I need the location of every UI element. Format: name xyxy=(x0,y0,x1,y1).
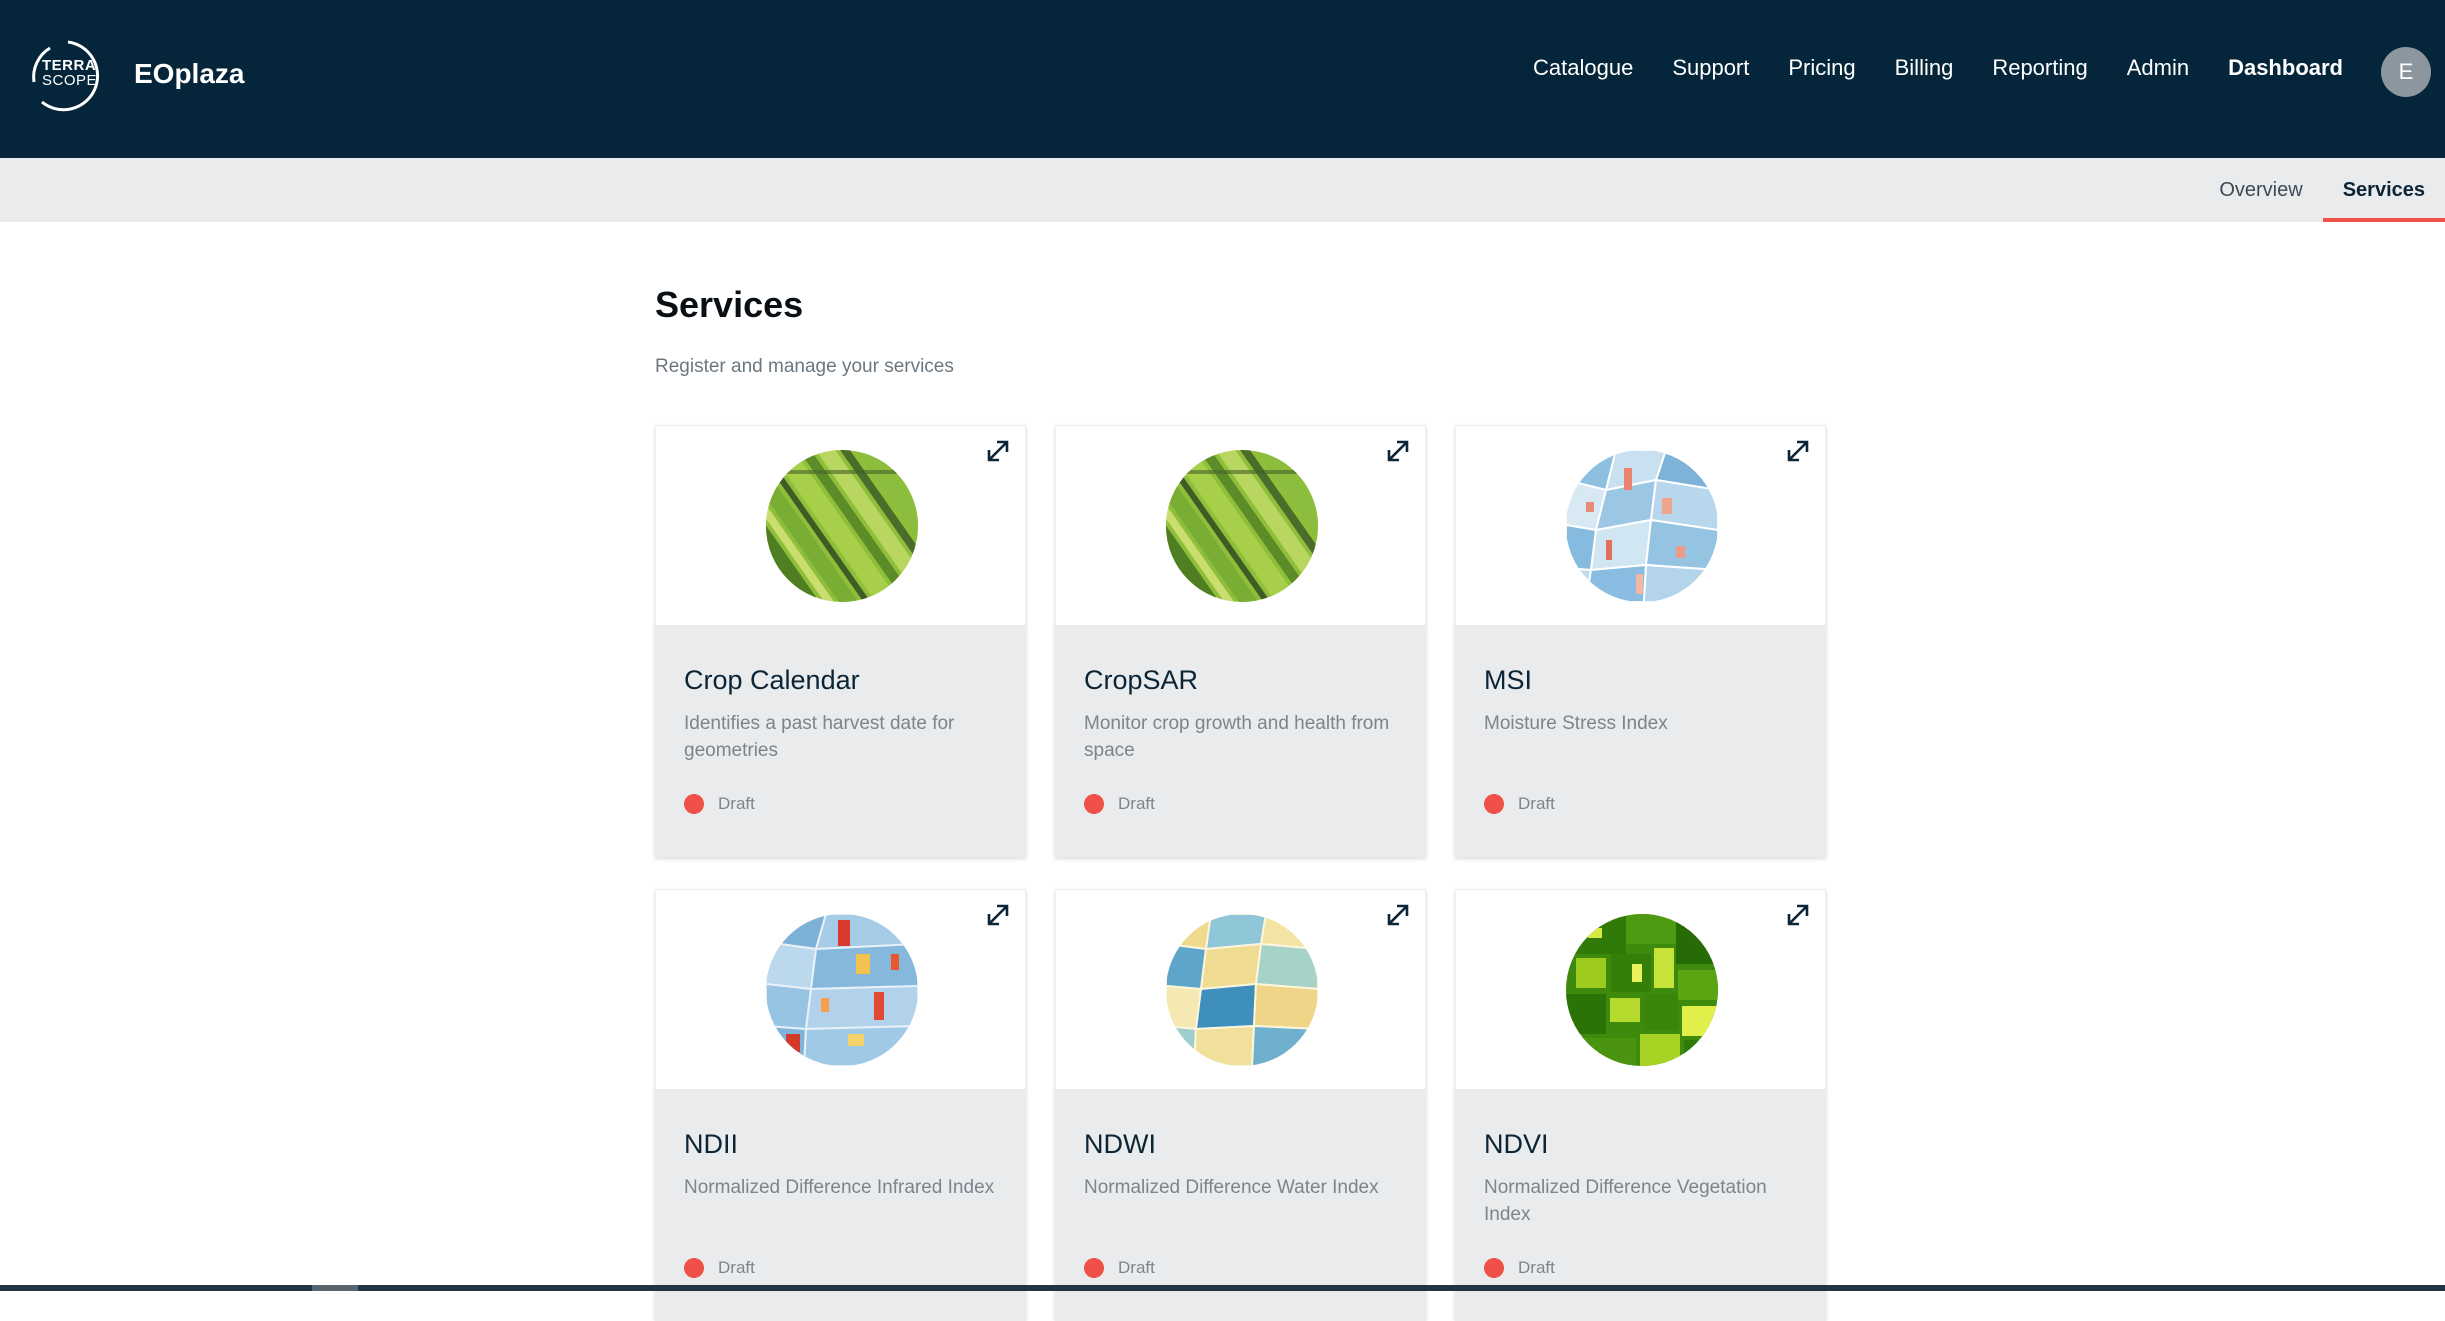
scrollbar-thumb[interactable] xyxy=(312,1285,358,1291)
expand-icon[interactable] xyxy=(1385,902,1411,928)
status-dot-icon xyxy=(1484,794,1504,814)
blue-red-parcel-map-image xyxy=(766,914,918,1066)
expand-icon[interactable] xyxy=(985,902,1011,928)
status-badge: Draft xyxy=(1484,794,1555,814)
brand[interactable]: TERRA SCOPE EOplaza xyxy=(28,36,244,112)
status-label: Draft xyxy=(718,1258,755,1277)
card-image-area xyxy=(655,425,1026,625)
card-description: Monitor crop growth and health from spac… xyxy=(1084,713,1390,761)
page-subtitle: Register and manage your services xyxy=(655,356,954,377)
service-card-ndvi[interactable]: NDVI Normalized Difference Vegetation In… xyxy=(1455,889,1826,1321)
nav-admin[interactable]: Admin xyxy=(2127,55,2189,81)
card-description: Identifies a past harvest date for geome… xyxy=(684,713,955,761)
card-title: CropSAR xyxy=(1084,665,1199,695)
status-dot-icon xyxy=(684,794,704,814)
main-content: Services Register and manage your servic… xyxy=(655,222,1835,1321)
service-card-ndii[interactable]: NDII Normalized Difference Infrared Inde… xyxy=(655,889,1026,1321)
status-badge: Draft xyxy=(1484,1258,1555,1278)
nav-billing[interactable]: Billing xyxy=(1895,55,1954,81)
logo-text-line2: SCOPE xyxy=(42,72,98,89)
app-name[interactable]: EOplaza xyxy=(134,58,244,90)
green-fields-aerial-image xyxy=(1166,450,1318,602)
card-title: MSI xyxy=(1484,665,1533,695)
expand-icon[interactable] xyxy=(985,438,1011,464)
status-label: Draft xyxy=(1518,1258,1555,1277)
service-card-cropsar[interactable]: CropSAR Monitor crop growth and health f… xyxy=(1055,425,1426,857)
card-description: Normalized Difference Water Index xyxy=(1084,1177,1379,1198)
card-description: Moisture Stress Index xyxy=(1484,713,1668,734)
service-card-crop-calendar[interactable]: Crop Calendar Identifies a past harvest … xyxy=(655,425,1026,857)
card-title: NDWI xyxy=(1084,1129,1156,1159)
logo-text-line1: TERRA xyxy=(42,57,97,74)
card-image-area xyxy=(655,889,1026,1089)
green-fields-aerial-image xyxy=(766,450,918,602)
card-description: Normalized Difference Vegetation Index xyxy=(1484,1177,1767,1225)
status-dot-icon xyxy=(684,1258,704,1278)
user-avatar[interactable]: E xyxy=(2381,47,2431,97)
status-badge: Draft xyxy=(1084,794,1155,814)
expand-icon[interactable] xyxy=(1385,438,1411,464)
status-label: Draft xyxy=(1118,1258,1155,1277)
nav-pricing[interactable]: Pricing xyxy=(1788,55,1855,81)
green-parcel-map-image xyxy=(1566,914,1718,1066)
status-label: Draft xyxy=(1118,794,1155,813)
status-badge: Draft xyxy=(684,794,755,814)
card-title: NDVI xyxy=(1484,1129,1549,1159)
card-image-area xyxy=(1455,425,1826,625)
nav-reporting[interactable]: Reporting xyxy=(1992,55,2087,81)
card-title: Crop Calendar xyxy=(684,665,860,695)
nav-support[interactable]: Support xyxy=(1672,55,1749,81)
terrascope-logo[interactable]: TERRA SCOPE xyxy=(28,36,118,112)
main-nav: Catalogue Support Pricing Billing Report… xyxy=(1494,55,2343,81)
sub-navbar: Overview Services xyxy=(0,158,2445,222)
status-label: Draft xyxy=(718,794,755,813)
nav-dashboard[interactable]: Dashboard xyxy=(2228,55,2343,81)
expand-icon[interactable] xyxy=(1785,902,1811,928)
tab-overview[interactable]: Overview xyxy=(2199,158,2322,222)
expand-icon[interactable] xyxy=(1785,438,1811,464)
card-title: NDII xyxy=(684,1129,738,1159)
horizontal-scrollbar[interactable] xyxy=(0,1285,2445,1291)
status-badge: Draft xyxy=(684,1258,755,1278)
top-navbar: TERRA SCOPE EOplaza Catalogue Support Pr… xyxy=(0,0,2445,158)
status-badge: Draft xyxy=(1084,1258,1155,1278)
yellow-blue-parcel-map-image xyxy=(1166,914,1318,1066)
blue-red-parcel-map-image xyxy=(1566,450,1718,602)
sub-nav: Overview Services xyxy=(2199,158,2445,222)
card-image-area xyxy=(1055,425,1426,625)
card-image-area xyxy=(1455,889,1826,1089)
nav-catalogue[interactable]: Catalogue xyxy=(1533,55,1633,81)
service-card-msi[interactable]: MSI Moisture Stress Index Draft xyxy=(1455,425,1826,857)
card-image-area xyxy=(1055,889,1426,1089)
page-title: Services xyxy=(655,284,804,325)
status-dot-icon xyxy=(1084,794,1104,814)
status-dot-icon xyxy=(1084,1258,1104,1278)
service-card-ndwi[interactable]: NDWI Normalized Difference Water Index D… xyxy=(1055,889,1426,1321)
status-label: Draft xyxy=(1518,794,1555,813)
card-description: Normalized Difference Infrared Index xyxy=(684,1177,995,1198)
tab-services[interactable]: Services xyxy=(2322,158,2445,222)
status-dot-icon xyxy=(1484,1258,1504,1278)
